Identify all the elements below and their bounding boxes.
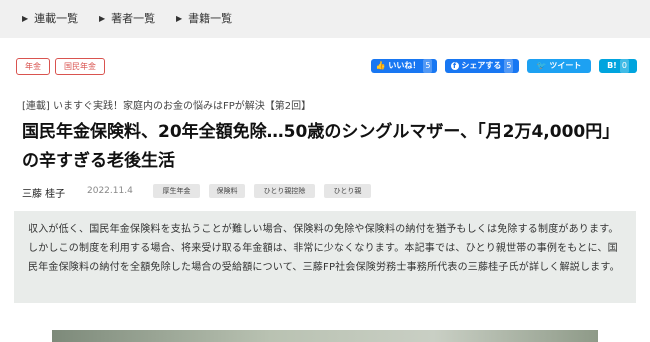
series-label: [連載] いますぐ実践！家庭内のお金の悩みはFPが解決【第2回】 xyxy=(22,101,312,112)
keyword-chip[interactable]: 厚生年金 xyxy=(153,184,200,198)
like-count: 5 xyxy=(423,59,433,73)
publish-date: 2022.11.4 xyxy=(87,186,133,196)
keyword-chip[interactable]: ひとり親 xyxy=(324,184,371,198)
hatena-bookmark-button[interactable]: B! 0 xyxy=(599,59,637,73)
top-nav: ▶ 連載一覧 ▶ 著者一覧 ▶ 書籍一覧 xyxy=(0,0,650,38)
thumbs-up-icon: 👍 xyxy=(375,61,386,70)
twitter-bird-icon: 🐦 xyxy=(536,61,547,70)
facebook-share-count: 5 xyxy=(504,59,514,73)
hatena-count: 0 xyxy=(619,59,629,73)
nav-book-list[interactable]: ▶ 書籍一覧 xyxy=(176,10,232,26)
caret-right-icon: ▶ xyxy=(22,14,29,23)
like-button[interactable]: 👍 いいね！ 5 xyxy=(371,59,437,73)
tag-nenkin[interactable]: 年金 xyxy=(16,58,50,75)
facebook-icon: f xyxy=(450,61,459,70)
article-summary-box: 収入が低く、国民年金保険料を支払うことが難しい場合、保険料の免除や保険料の納付を… xyxy=(14,211,636,303)
caret-right-icon: ▶ xyxy=(176,14,183,23)
author-name[interactable]: 三藤 桂子 xyxy=(22,185,65,200)
nav-serial-list[interactable]: ▶ 連載一覧 xyxy=(22,10,78,26)
facebook-share-button[interactable]: f シェアする 5 xyxy=(445,59,519,73)
article-summary: 収入が低く、国民年金保険料を支払うことが難しい場合、保険料の免除や保険料の納付を… xyxy=(28,224,620,273)
article-hero-image xyxy=(52,330,598,342)
caret-right-icon: ▶ xyxy=(99,14,106,23)
article-title: 国民年金保険料、20年全額免除…50歳のシングルマザー、「月2万4,000円」の… xyxy=(22,122,620,171)
nav-author-list[interactable]: ▶ 著者一覧 xyxy=(99,10,155,26)
tag-kokumin-nenkin[interactable]: 国民年金 xyxy=(55,58,105,75)
tweet-button[interactable]: 🐦 ツイート xyxy=(527,59,591,73)
keyword-chip[interactable]: 保険料 xyxy=(209,184,245,198)
keyword-chip[interactable]: ひとり親控除 xyxy=(254,184,315,198)
